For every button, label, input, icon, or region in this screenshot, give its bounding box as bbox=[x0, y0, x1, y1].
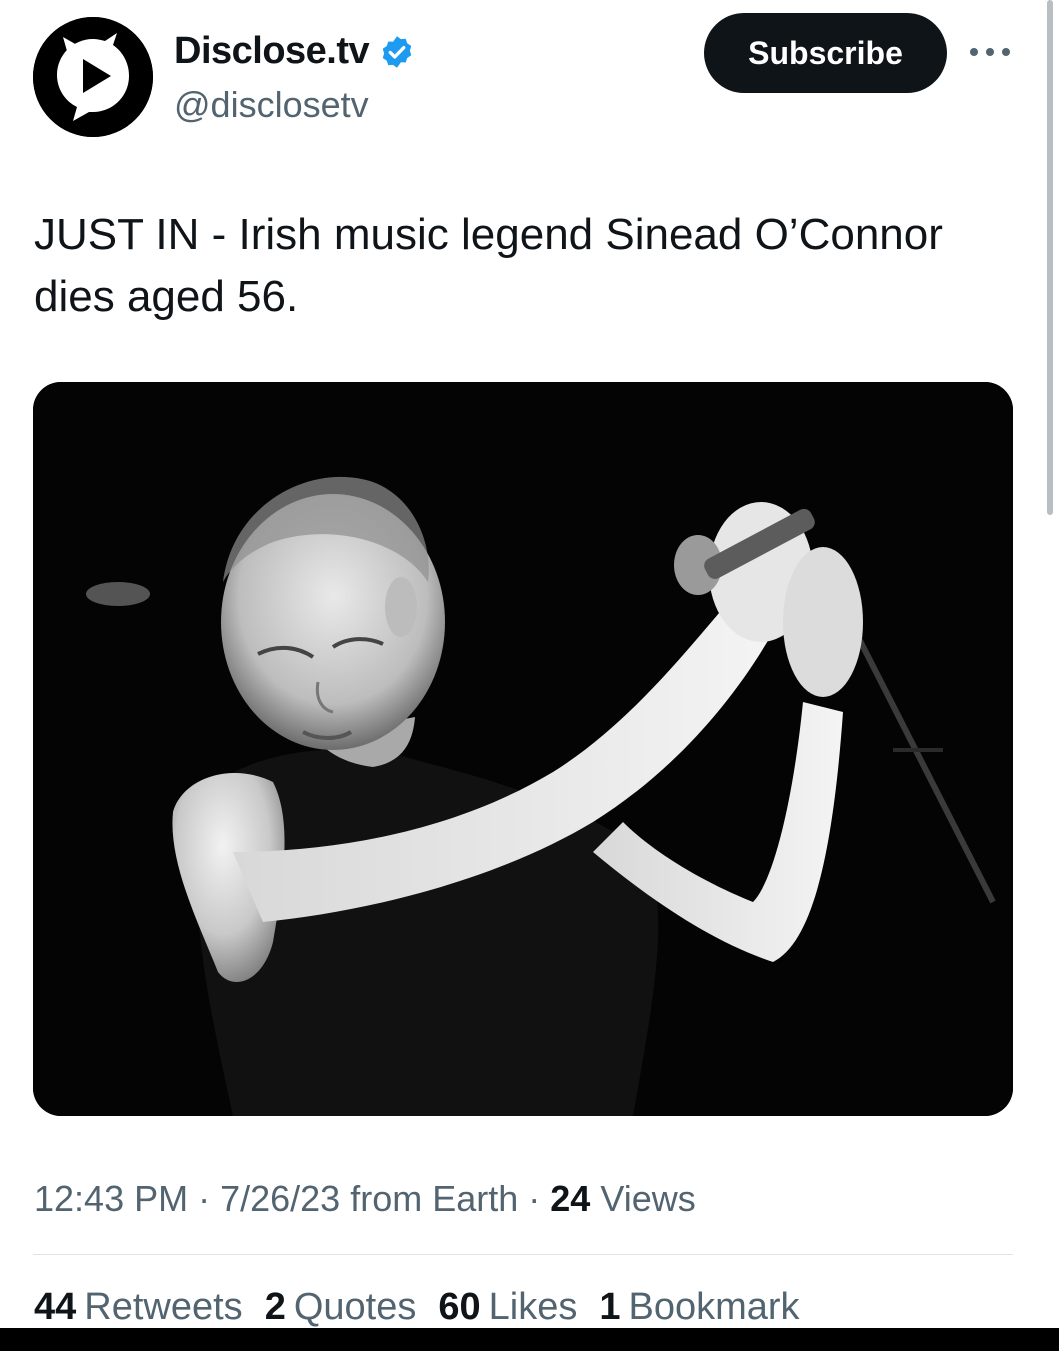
likes-count: 60 bbox=[438, 1286, 481, 1328]
tweet-photo[interactable] bbox=[33, 382, 1013, 1116]
bookmarks-stat[interactable]: 1 Bookmark bbox=[599, 1286, 799, 1329]
retweets-label: Retweets bbox=[84, 1286, 243, 1328]
tweet-time[interactable]: 12:43 PM bbox=[34, 1178, 188, 1219]
disclose-play-logo-icon bbox=[33, 17, 153, 137]
retweets-stat[interactable]: 44 Retweets bbox=[34, 1286, 243, 1329]
dot bbox=[986, 48, 994, 56]
views-label: Views bbox=[590, 1178, 696, 1219]
singer-photo-image bbox=[33, 382, 1013, 1116]
likes-label: Likes bbox=[488, 1286, 578, 1328]
subscribe-button[interactable]: Subscribe bbox=[704, 13, 947, 93]
tweet-source: from Earth bbox=[340, 1178, 519, 1219]
quotes-stat[interactable]: 2 Quotes bbox=[265, 1286, 417, 1329]
bookmarks-label: Bookmark bbox=[628, 1286, 800, 1328]
tweet-meta: 12:43 PM · 7/26/23 from Earth · 24 Views bbox=[34, 1178, 696, 1220]
bottom-edge-bar bbox=[0, 1328, 1059, 1351]
tweet-stats: 44 Retweets 2 Quotes 60 Likes 1 Bookmark bbox=[34, 1286, 800, 1329]
tweet-date[interactable]: 7/26/23 bbox=[220, 1178, 340, 1219]
meta-separator: · bbox=[188, 1178, 221, 1219]
verified-badge-icon bbox=[382, 35, 412, 68]
scrollbar[interactable] bbox=[1047, 0, 1053, 515]
author-handle[interactable]: @disclosetv bbox=[174, 84, 369, 126]
retweets-count: 44 bbox=[34, 1286, 77, 1328]
more-options-icon[interactable] bbox=[970, 38, 1010, 66]
tweet-detail-page: Disclose.tv @disclosetv Subscribe JUST I… bbox=[0, 0, 1059, 1351]
author-display-name[interactable]: Disclose.tv bbox=[174, 30, 370, 73]
bookmarks-count: 1 bbox=[599, 1286, 621, 1328]
views-count: 24 bbox=[550, 1178, 591, 1219]
quotes-count: 2 bbox=[264, 1286, 286, 1328]
meta-separator: · bbox=[518, 1178, 551, 1219]
dot bbox=[970, 48, 978, 56]
divider bbox=[33, 1254, 1013, 1255]
quotes-label: Quotes bbox=[293, 1286, 417, 1328]
dot bbox=[1002, 48, 1010, 56]
likes-stat[interactable]: 60 Likes bbox=[438, 1286, 577, 1329]
tweet-text: JUST IN - Irish music legend Sinead O’Co… bbox=[34, 210, 943, 321]
avatar[interactable] bbox=[33, 17, 153, 137]
author-name-row[interactable]: Disclose.tv bbox=[174, 30, 415, 73]
